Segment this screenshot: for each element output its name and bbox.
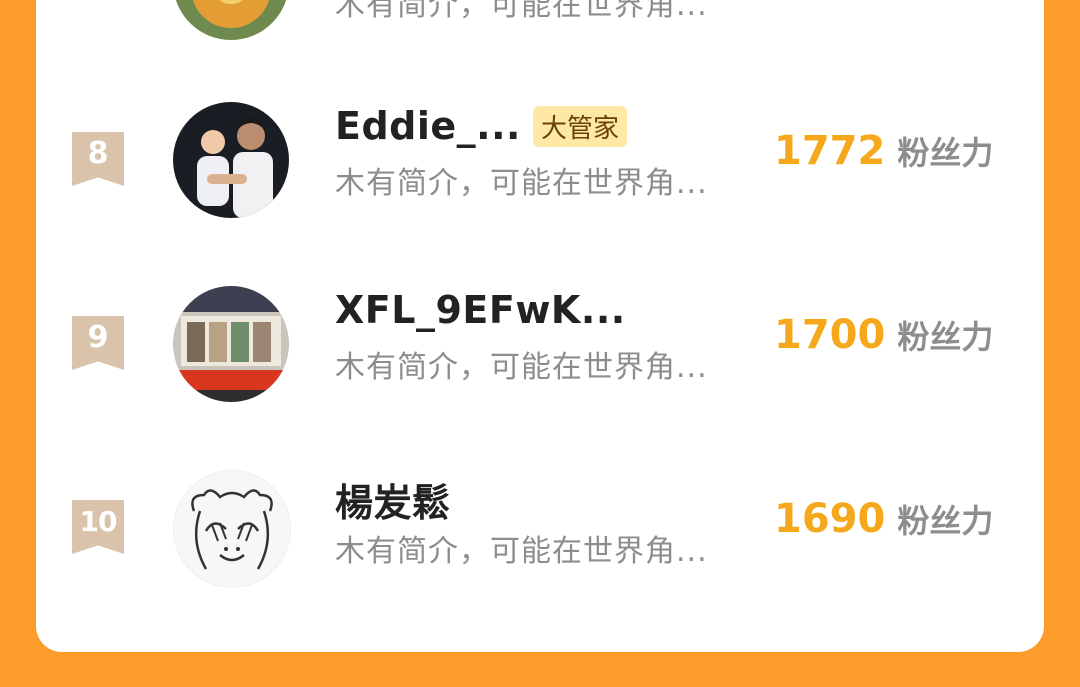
user-bio: 木有简介，可能在世界角...: [335, 166, 708, 201]
user-avatar[interactable]: [173, 0, 289, 40]
score-unit: 粉丝力: [897, 134, 994, 172]
user-name[interactable]: XFL_9EFwK...: [335, 288, 626, 332]
score-value: 1700: [774, 312, 886, 358]
score-value: 1690: [774, 496, 886, 542]
user-bio: 木有简介，可能在世界角...: [335, 350, 708, 385]
fan-score: 1690 粉丝力: [774, 496, 993, 542]
fan-score: 1700 粉丝力: [774, 312, 993, 358]
ranking-row[interactable]: 9 XFL_9EFwK... 木有简介，可能在世界角... 1700 粉丝力: [36, 274, 1044, 414]
score-unit: 粉丝力: [897, 502, 994, 540]
user-name[interactable]: 楊𡵢鬆: [335, 472, 451, 527]
fan-score: 1772 粉丝力: [774, 128, 993, 174]
user-avatar[interactable]: [173, 470, 291, 588]
score-unit: 粉丝力: [897, 318, 994, 356]
ranking-row[interactable]: 10 楊𡵢鬆 木有简介，可能在世界角... 1690 粉丝力: [36, 458, 1044, 598]
user-bio: 木有简介，可能在世界角...: [335, 0, 708, 23]
rank-ribbon: 9: [72, 316, 124, 370]
score-value: 1772: [774, 128, 886, 174]
user-avatar[interactable]: [173, 102, 289, 218]
user-bio: 木有简介，可能在世界角...: [335, 534, 708, 569]
rank-ribbon: 8: [72, 132, 124, 186]
user-name[interactable]: Eddie_...: [335, 104, 521, 148]
ranking-row[interactable]: 8 Eddie_... 大管家 木有简介，可能在世界角... 1772 粉丝力: [36, 90, 1044, 230]
role-badge: 大管家: [532, 105, 627, 147]
rank-ribbon: 10: [72, 500, 124, 554]
ranking-row[interactable]: 木有简介，可能在世界角...: [36, 0, 1044, 52]
user-avatar[interactable]: [173, 286, 289, 402]
fan-ranking-card: 木有简介，可能在世界角... 8 Eddie_... 大管家 木有简介，可能在世…: [36, 0, 1044, 652]
